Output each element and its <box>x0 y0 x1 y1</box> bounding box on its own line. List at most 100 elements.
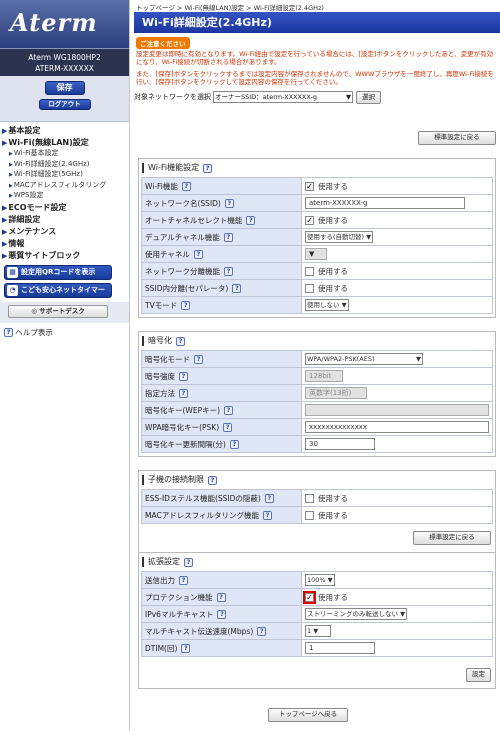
chevron-down-icon: ▼ <box>346 93 351 101</box>
table-row: ネットワーク分離機能? 使用する <box>141 262 493 280</box>
help-icon[interactable]: ? <box>179 389 188 398</box>
multicast-rate-select[interactable]: 1 ▼ <box>305 625 331 637</box>
help-icon[interactable]: ? <box>263 511 273 520</box>
help-icon[interactable]: ? <box>224 406 234 415</box>
bullet-icon: ▶ <box>9 182 13 189</box>
help-icon[interactable]: ? <box>224 199 234 208</box>
nav-maintenance[interactable]: ▶メンテナンス <box>0 226 129 238</box>
section-header: 拡張設定? <box>139 553 495 571</box>
nav-wifi-detail-24[interactable]: ▶Wi-Fi詳細設定(2.4GHz) <box>0 160 129 171</box>
nav-info[interactable]: ▶情報 <box>0 238 129 250</box>
mac-filter-checkbox[interactable] <box>305 511 314 520</box>
help-icon: ? <box>4 328 13 337</box>
help-icon[interactable]: ? <box>229 440 239 449</box>
table-row: デュアルチャネル機能? 使用する(自動切替) ▼ <box>141 228 493 246</box>
ssid-input[interactable]: aterm-XXXXXX-g <box>305 197 465 209</box>
device-name: ATERM-XXXXXX <box>35 64 94 73</box>
bullet-icon: ▶ <box>2 139 8 147</box>
nav-wifi-basic[interactable]: ▶Wi-Fi基本設定 <box>0 149 129 160</box>
dtim-input[interactable]: 1 <box>305 642 375 654</box>
bullet-icon: ▶ <box>2 215 8 224</box>
apply-button[interactable]: 設定 <box>466 668 491 682</box>
channel-select[interactable]: ▼ <box>305 248 327 260</box>
help-icon[interactable]: ? <box>181 301 191 310</box>
help-icon[interactable]: ? <box>193 250 203 259</box>
help-icon[interactable]: ? <box>223 423 233 432</box>
bullet-icon: ▶ <box>9 193 13 199</box>
wep-key-input[interactable] <box>305 404 489 416</box>
help-icon[interactable]: ? <box>223 233 233 242</box>
nav-eco-mode[interactable]: ▶ECOモード設定 <box>0 202 129 214</box>
ssid-stealth-checkbox[interactable] <box>305 494 314 503</box>
bullet-icon: ▶ <box>2 227 8 236</box>
help-icon[interactable]: ? <box>224 267 233 276</box>
support-area: ◎ サポートデスク <box>0 301 129 323</box>
nav-advanced[interactable]: ▶詳細設定 <box>0 214 129 226</box>
client-restriction-table: ESS-IDステルス機能(SSIDの隠蔽)? 使用する MACアドレスフィルタリン… <box>141 489 493 524</box>
ipv6-multicast-select[interactable]: ストリーミングのみ転送しない ▼ <box>305 608 408 620</box>
psk-input[interactable]: xxxxxxxxxxxxxx <box>305 421 489 433</box>
key-format-select[interactable]: 英数字(13桁) <box>305 387 367 399</box>
help-icon[interactable]: ? <box>217 610 227 619</box>
kids-timer-button[interactable]: ◔ こども安心ネットタイマー <box>4 282 112 298</box>
save-button[interactable]: 保存 <box>44 81 85 95</box>
select-network-button[interactable]: 選択 <box>356 90 381 104</box>
logout-button[interactable]: ログアウト <box>38 99 91 110</box>
protection-checkbox[interactable]: ✓ <box>303 591 316 604</box>
auto-channel-checkbox[interactable]: ✓ <box>305 216 314 225</box>
qr-icon: ▦ <box>7 266 18 278</box>
nav-wps[interactable]: ▶WPS設定 <box>0 191 129 202</box>
caution-badge: ご注意ください <box>136 37 190 49</box>
dual-channel-select[interactable]: 使用する(自動切替) ▼ <box>305 231 374 243</box>
help-icon[interactable]: ? <box>176 336 185 346</box>
key-update-interval-input[interactable]: 30 <box>305 438 375 450</box>
table-row: DTIM(回)? 1 <box>141 639 493 657</box>
network-separation-checkbox[interactable] <box>305 267 314 276</box>
nav-basic-settings[interactable]: ▶基本設定 <box>0 125 129 137</box>
table-row: 送信出力? 100% ▼ <box>141 571 493 589</box>
table-row: 暗号強度? 128bit <box>141 367 493 385</box>
support-desk-button[interactable]: ◎ サポートデスク <box>8 304 108 318</box>
qr-code-button[interactable]: ▦ 設定用QRコードを表示 <box>4 264 112 280</box>
table-row: ネットワーク名(SSID)? aterm-XXXXXX-g <box>141 194 493 212</box>
help-icon[interactable]: ? <box>257 627 267 636</box>
table-row: IPv6マルチキャスト? ストリーミングのみ転送しない ▼ <box>141 605 493 623</box>
help-icon[interactable]: ? <box>179 576 188 585</box>
table-row: 暗号化モード? WPA/WPA2-PSK(AES) ▼ <box>141 350 493 368</box>
nav-wifi-detail-5[interactable]: ▶Wi-Fi詳細設定(5GHz) <box>0 170 129 181</box>
help-icon[interactable]: ? <box>184 557 193 567</box>
wifi-function-section: Wi-Fi機能設定? Wi-Fi機能? ✓ 使用する ネットワーク名(SSID)? a… <box>138 158 496 318</box>
caution-text-1: 設定変更は即時に有効となります。Wi-Fi経由で設定を行っている場合には、[設定… <box>136 50 494 66</box>
extended-settings-section: 拡張設定? 送信出力? 100% ▼ プロテクション機能? ✓ 使用する IPv6マル… <box>138 552 496 689</box>
wifi-enable-checkbox[interactable]: ✓ <box>305 182 314 191</box>
help-icon[interactable]: ? <box>264 494 274 503</box>
nav-wifi-settings[interactable]: ▶Wi-Fi(無線LAN)設定 <box>0 137 129 149</box>
table-row: Wi-Fi機能? ✓ 使用する <box>141 177 493 195</box>
nav-site-block[interactable]: ▶悪質サイトブロック <box>0 250 129 262</box>
encryption-mode-select[interactable]: WPA/WPA2-PSK(AES) ▼ <box>305 353 423 365</box>
help-icon[interactable]: ? <box>232 284 242 293</box>
help-icon[interactable]: ? <box>246 216 256 225</box>
help-icon[interactable]: ? <box>216 593 226 602</box>
encryption-strength-select[interactable]: 128bit <box>305 370 343 382</box>
restore-default-button[interactable]: 標準設定に戻る <box>418 131 496 145</box>
tx-power-select[interactable]: 100% ▼ <box>305 574 335 586</box>
table-row: オートチャネルセレクト機能? ✓ 使用する <box>141 211 493 229</box>
table-row: 暗号化キー更新間隔(分)? 30 <box>141 435 493 453</box>
target-network-select[interactable]: オーナーSSID：aterm-XXXXXX-g ▼ <box>213 91 353 103</box>
extended-settings-table: 送信出力? 100% ▼ プロテクション機能? ✓ 使用する IPv6マルチキャスト?… <box>141 571 493 657</box>
ssid-separator-checkbox[interactable] <box>305 284 314 293</box>
help-icon[interactable]: ? <box>194 355 203 364</box>
help-icon[interactable]: ? <box>181 644 191 653</box>
nav-mac-filter[interactable]: ▶MACアドレスフィルタリング <box>0 181 129 192</box>
back-to-top-button[interactable]: トップページへ戻る <box>268 708 348 722</box>
help-icon[interactable]: ? <box>179 372 188 381</box>
tv-mode-select[interactable]: 使用しない ▼ <box>305 299 349 311</box>
help-icon[interactable]: ? <box>203 163 213 173</box>
restore-default-button-2[interactable]: 標準設定に戻る <box>413 531 491 545</box>
table-row: 使用チャネル? ▼ <box>141 245 493 263</box>
help-icon[interactable]: ? <box>208 475 217 485</box>
help-link[interactable]: ? ヘルプ表示 <box>0 327 129 339</box>
sidebar-buttons: 保存 ログアウト <box>0 76 129 122</box>
help-icon[interactable]: ? <box>181 182 191 191</box>
